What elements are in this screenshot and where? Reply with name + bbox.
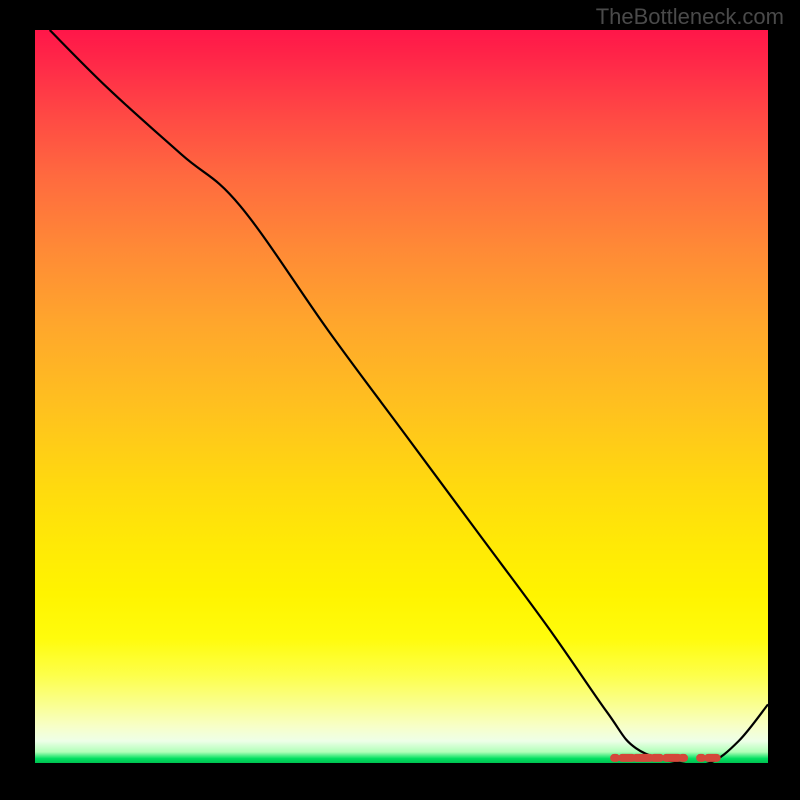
bottleneck-curve-line	[50, 30, 768, 763]
plot-area	[35, 30, 768, 763]
chart-svg	[35, 30, 768, 763]
attribution-text: TheBottleneck.com	[596, 4, 784, 30]
chart-container: TheBottleneck.com	[0, 0, 800, 800]
